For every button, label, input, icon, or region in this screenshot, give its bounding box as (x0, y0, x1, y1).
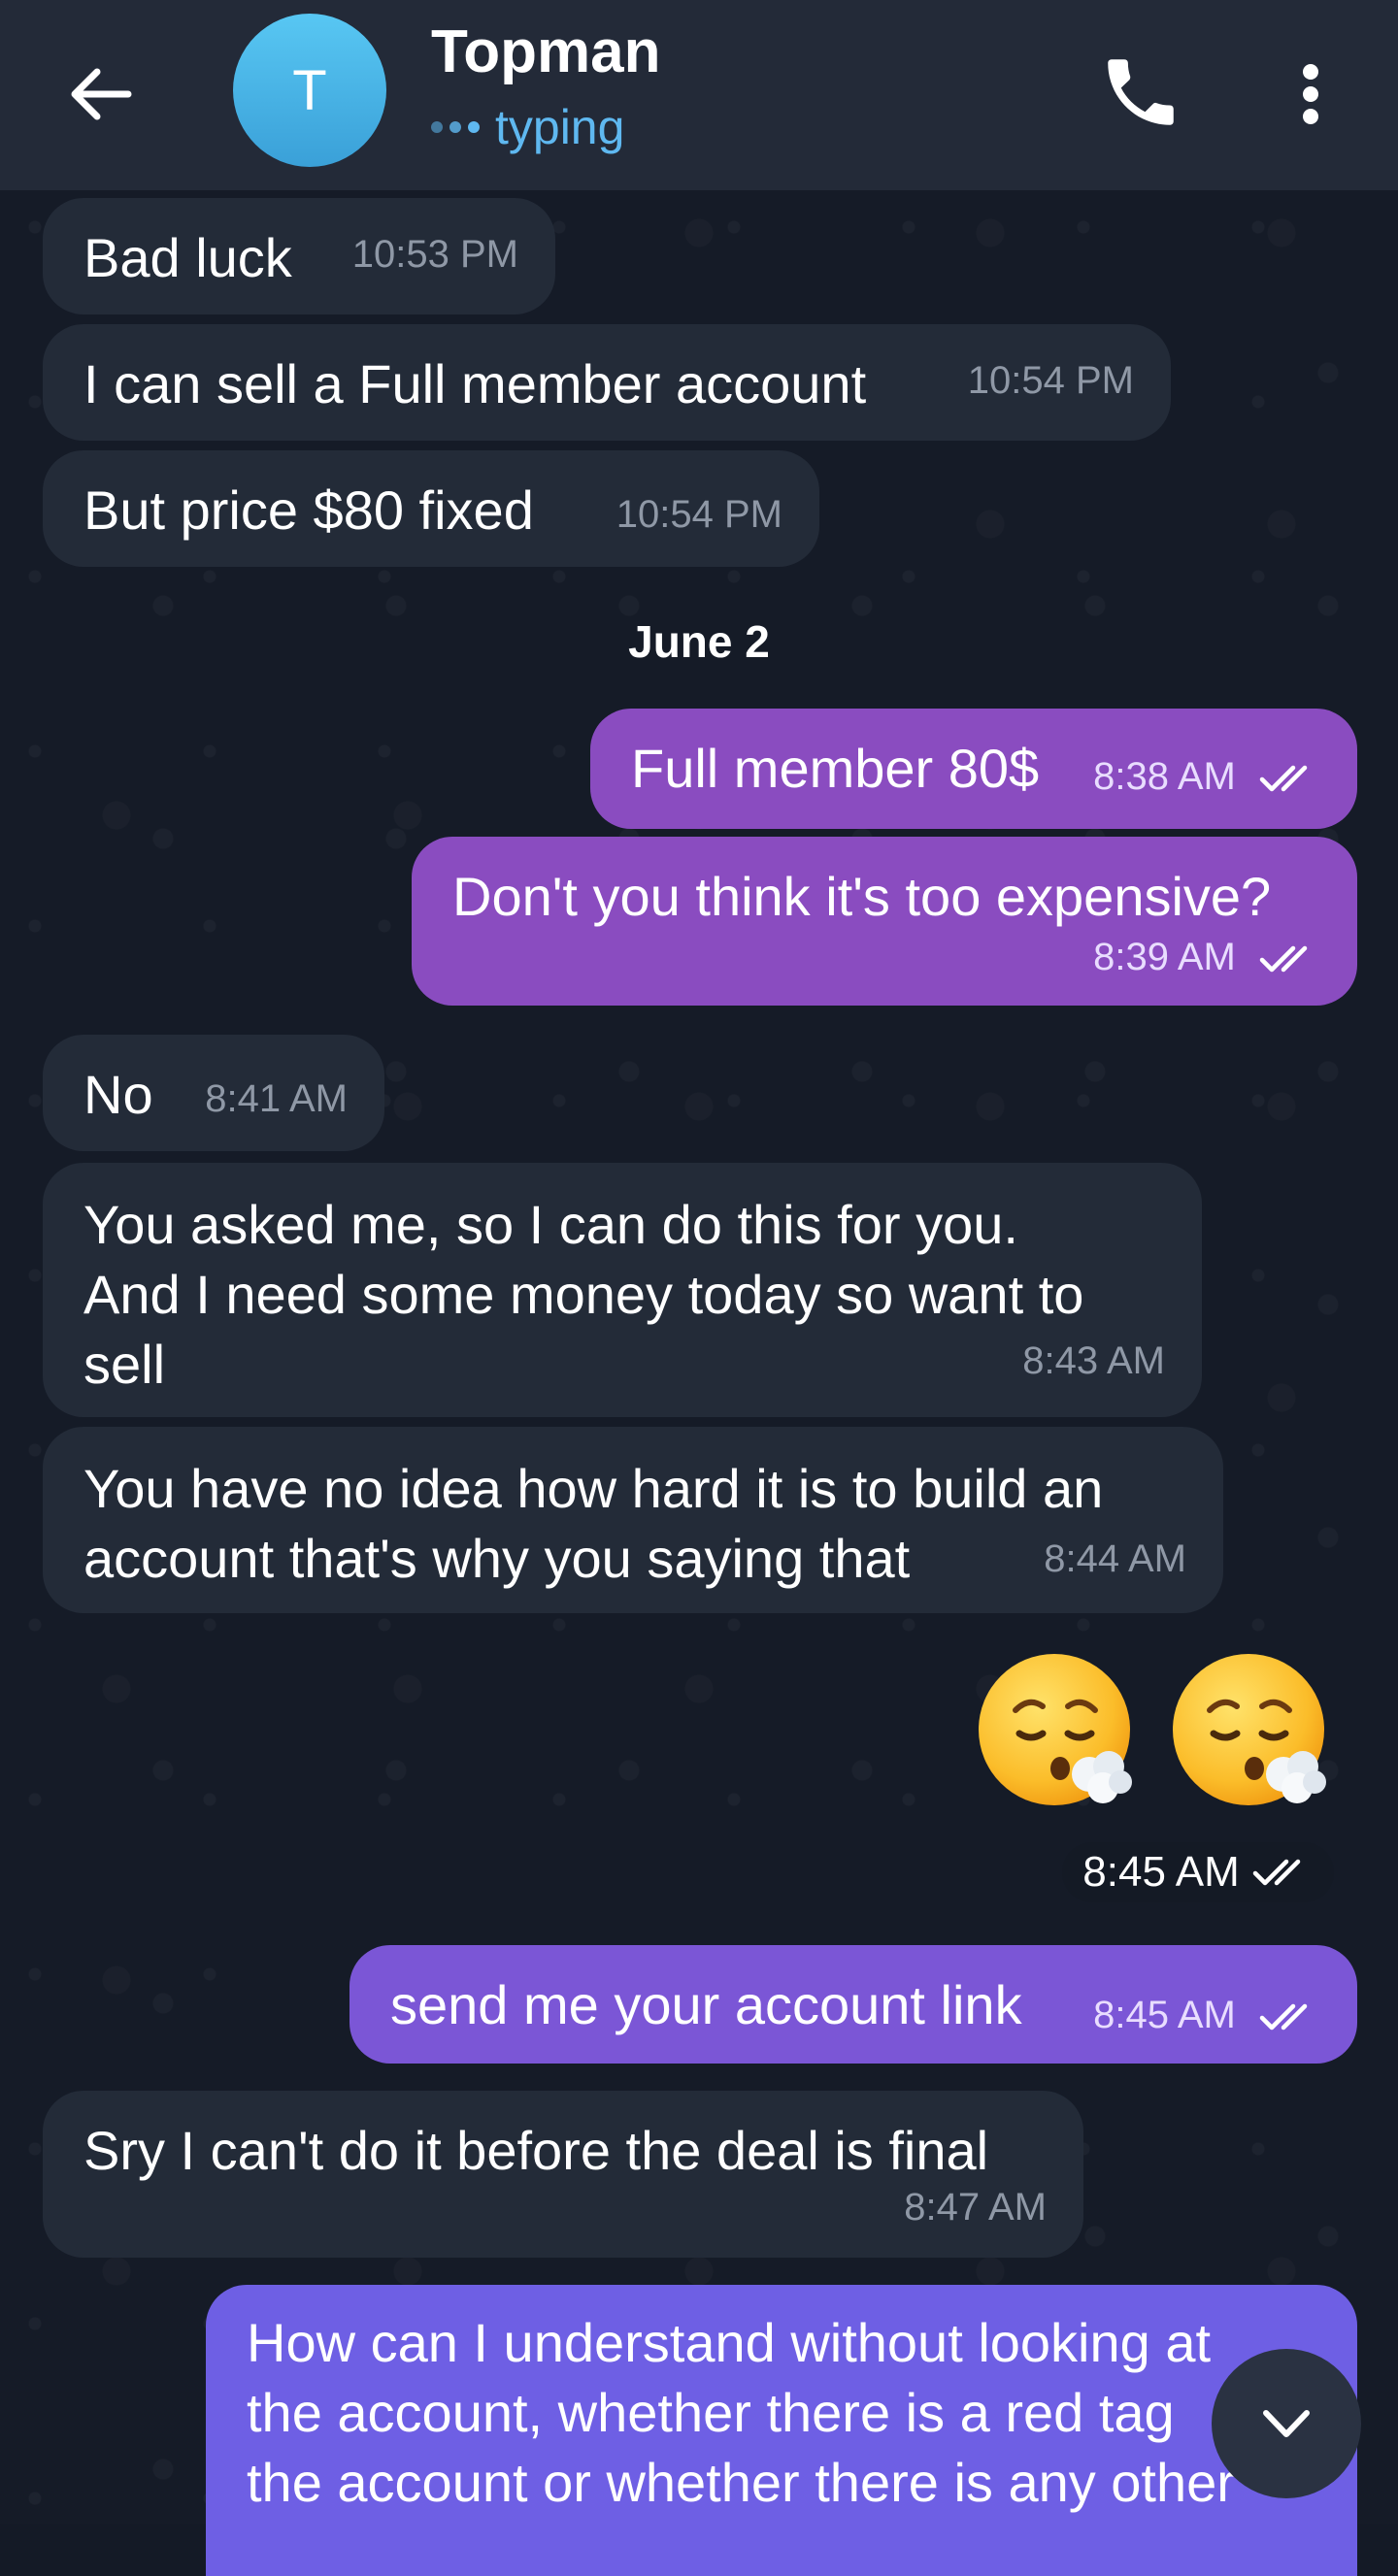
message-text: Sry I can't do it before the deal is fin… (83, 2120, 989, 2181)
status-text: typing (495, 100, 625, 154)
contact-name[interactable]: Topman (431, 17, 661, 86)
message-incoming[interactable]: But price $80 fixed 10:54 PM (43, 450, 819, 567)
message-text: You have no idea how hard it is to build… (83, 1458, 1104, 1589)
message-incoming[interactable]: Bad luck 10:53 PM (43, 198, 555, 314)
back-button[interactable] (58, 50, 146, 138)
message-time: 8:47 AM (904, 2186, 1047, 2229)
message-text: No (83, 1064, 153, 1125)
message-time: 10:54 PM (967, 359, 1134, 402)
message-text: Bad luck (83, 227, 292, 288)
typing-dots-icon (431, 121, 480, 133)
avatar-letter: T (292, 58, 327, 122)
message-outgoing[interactable]: How can I understand without looking at … (206, 2285, 1357, 2576)
message-text: You asked me, so I can do this for you. … (83, 1194, 1084, 1395)
message-outgoing[interactable]: Don't you think it's too expensive? 8:39… (412, 837, 1357, 1006)
face-exhaling-emoji[interactable] (1169, 1650, 1334, 1815)
message-time: 10:53 PM (351, 233, 518, 276)
message-outgoing[interactable]: send me your account link 8:45 AM (350, 1945, 1357, 2064)
message-text: Full member 80$ (631, 738, 1040, 799)
message-text: Don't you think it's too expensive? (452, 866, 1272, 927)
phone-icon (1108, 59, 1174, 125)
emoji-message-meta: 8:45 AM (1062, 1842, 1334, 1902)
message-text: send me your account link (390, 1974, 1022, 2035)
message-incoming[interactable]: You asked me, so I can do this for you. … (43, 1163, 1202, 1417)
scroll-to-bottom-button[interactable] (1212, 2349, 1361, 2498)
message-time: 8:43 AM (1022, 1339, 1165, 1382)
double-check-icon (1252, 1859, 1300, 1886)
double-check-icon (1259, 946, 1308, 973)
message-time: 8:39 AM (1093, 936, 1236, 978)
message-text: I can sell a Full member account (83, 353, 867, 414)
date-separator: June 2 (628, 616, 770, 667)
face-exhaling-emoji[interactable] (975, 1650, 1140, 1815)
message-time: 8:45 AM (1082, 1848, 1240, 1896)
contact-avatar[interactable]: T (233, 14, 386, 167)
arrow-left-icon (71, 68, 132, 120)
message-time: 8:45 AM (1093, 1994, 1236, 2036)
message-time: 8:44 AM (1044, 1537, 1186, 1580)
message-meta: 8:39 AM (1093, 922, 1320, 992)
double-check-icon (1259, 2004, 1308, 2031)
message-time: 10:54 PM (616, 493, 782, 536)
message-text: How can I understand without looking at … (247, 2312, 1235, 2513)
message-meta: 8:45 AM (1093, 1980, 1320, 2050)
message-text: But price $80 fixed (83, 479, 534, 541)
message-meta: 8:38 AM (1093, 742, 1320, 811)
more-options-button[interactable] (1282, 50, 1340, 138)
more-vertical-icon (1303, 64, 1318, 124)
call-button[interactable] (1097, 49, 1184, 136)
chat-header: T Topman typing (0, 0, 1398, 190)
chevron-down-icon (1263, 2410, 1310, 2437)
typing-status: typing (431, 99, 624, 155)
message-incoming[interactable]: Sry I can't do it before the deal is fin… (43, 2091, 1083, 2258)
message-incoming[interactable]: I can sell a Full member account 10:54 P… (43, 324, 1171, 441)
message-time: 8:38 AM (1093, 755, 1236, 798)
double-check-icon (1259, 766, 1308, 792)
message-incoming[interactable]: No 8:41 AM (43, 1035, 384, 1151)
message-incoming[interactable]: You have no idea how hard it is to build… (43, 1427, 1223, 1613)
message-time: 8:41 AM (205, 1077, 348, 1120)
message-outgoing[interactable]: Full member 80$ 8:38 AM (590, 709, 1357, 829)
